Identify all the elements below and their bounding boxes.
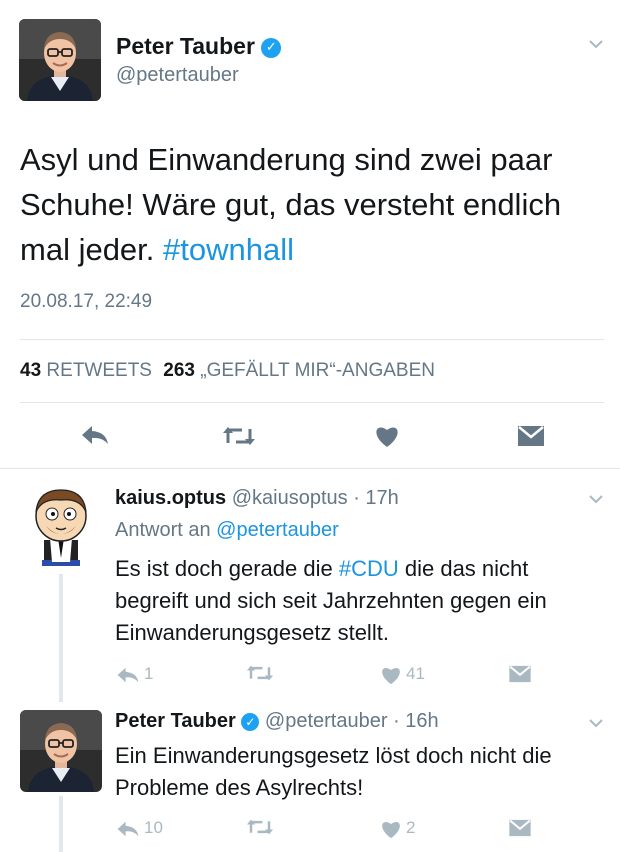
chevron-down-icon[interactable] [588,34,604,55]
chevron-down-icon[interactable] [588,490,604,509]
main-author-name-row: Peter Tauber ✓ [116,33,282,60]
reply2-header: Peter Tauber ✓ @petertauber · 16h [115,710,439,733]
reply1-reply-count: 1 [144,664,154,683]
reply1-author-name[interactable]: kaius.optus [115,487,226,509]
divider [20,339,604,340]
tweet-stats: 43 RETWEETS 263 „GEFÄLLT MIR“-ANGABEN [20,360,435,382]
reply-to-label: Antwort an [115,519,211,541]
main-author-handle[interactable]: @petertauber [116,64,239,87]
reply1-reply-to: Antwort an @petertauber [115,519,339,542]
direct-message-icon[interactable] [508,665,532,687]
reply2-author-handle[interactable]: @petertauber [265,710,388,732]
likes-label: „GEFÄLLT MIR“-ANGABEN [200,360,435,381]
retweet-icon[interactable] [246,664,274,686]
reply1-text-before: Es ist doch gerade die [115,556,333,581]
direct-message-icon[interactable] [508,819,532,841]
thread-connector-line [59,796,63,852]
reply2-text: Ein Einwanderungsgesetz löst doch nicht … [115,743,552,800]
main-author-name[interactable]: Peter Tauber [116,33,255,59]
reply-icon [117,821,139,836]
thread-connector-line [59,574,63,702]
reply2-author-name[interactable]: Peter Tauber [115,710,236,732]
verified-badge-icon: ✓ [241,712,260,731]
reply1-author-handle[interactable]: @kaiusoptus [232,487,348,509]
likes-count: 263 [163,360,195,381]
reply-icon[interactable] [80,424,110,451]
avatar-peter-tauber[interactable] [20,710,102,792]
retweets-label: RETWEETS [46,360,152,381]
avatar-peter-tauber[interactable] [19,19,101,101]
reply2-reply-count: 10 [144,818,163,837]
verified-badge-icon: ✓ [261,37,282,58]
heart-icon[interactable] [374,424,400,453]
retweets-count: 43 [20,360,42,381]
main-tweet-text: Asyl und Einwanderung sind zwei paar Sch… [20,137,600,272]
retweet-icon[interactable] [246,818,274,840]
hashtag-cdu-link[interactable]: #CDU [339,556,399,581]
reply1-reply-action[interactable]: 1 [116,664,153,684]
main-tweet-timestamp[interactable]: 20.08.17, 22:49 [20,291,152,313]
retweets-stat[interactable]: 43 RETWEETS [20,360,157,381]
divider [20,402,604,403]
likes-stat[interactable]: 263 „GEFÄLLT MIR“-ANGABEN [163,360,435,381]
avatar-portrait [19,19,101,101]
reply-icon [117,667,139,682]
reply1-like-action[interactable]: 41 [380,664,425,685]
retweet-icon[interactable] [222,425,256,452]
direct-message-icon[interactable] [517,425,545,452]
reply2-reply-action[interactable]: 10 [116,818,163,838]
reply1-header: kaius.optus @kaiusoptus · 17h [115,487,399,510]
reply-to-handle-link[interactable]: @petertauber [216,519,339,541]
heart-icon [382,667,400,684]
chevron-down-icon[interactable] [588,714,604,733]
reply2-like-count: 2 [406,818,416,837]
hashtag-townhall-link[interactable]: #townhall [163,232,294,267]
reply1-time[interactable]: · 17h [353,487,399,509]
divider [0,468,620,469]
reply2-like-action[interactable]: 2 [380,818,415,839]
heart-icon [382,821,400,838]
reply1-text: Es ist doch gerade die #CDU die das nich… [115,553,605,649]
avatar-kaius-optus[interactable] [30,486,92,568]
reply2-time[interactable]: · 16h [393,710,439,732]
reply1-like-count: 41 [406,664,425,683]
